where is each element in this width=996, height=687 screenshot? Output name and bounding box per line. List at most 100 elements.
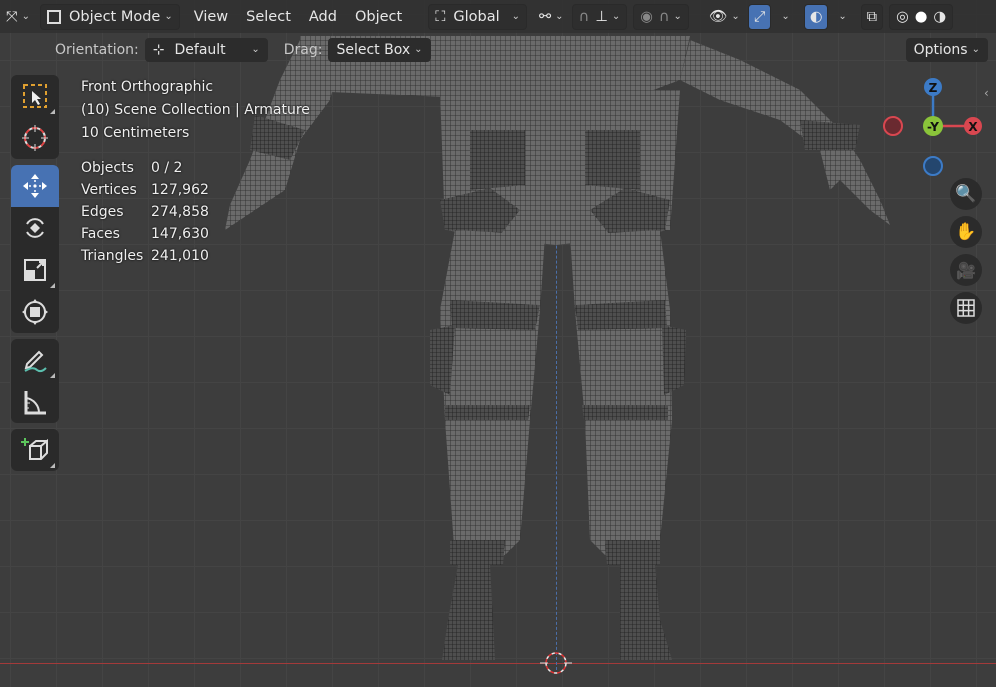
tool-group-annotate — [11, 339, 59, 423]
editor-type-button[interactable]: ⤧ ⌄ — [0, 4, 36, 30]
move-tool[interactable] — [11, 165, 59, 207]
sidebar-expand-arrow[interactable]: ‹ — [984, 86, 989, 100]
orientation-gizmo-icon: ⊹ — [152, 41, 165, 58]
stat-row: Triangles 241,010 — [81, 245, 209, 267]
snap-target-icon: ⊥ — [595, 8, 608, 25]
orientation-dropdown[interactable]: ⊹ Default ⌄ — [144, 37, 268, 62]
overlays-icon: ◐ — [809, 8, 823, 25]
grid-scale: 10 Centimeters — [81, 125, 190, 141]
transform-tool[interactable] — [11, 291, 59, 333]
tool-group-add — [11, 429, 59, 471]
stat-label: Edges — [81, 204, 124, 220]
orientation-icon: ⛶ — [435, 8, 446, 25]
orientation-label: Orientation: — [55, 41, 139, 58]
add-cube-icon — [21, 438, 48, 460]
magnet-icon: ∩ — [578, 8, 590, 25]
pivot-point-button[interactable]: ⚯ ⌄ — [533, 4, 570, 30]
snap-toggle[interactable]: ∩ ⊥ ⌄ — [571, 3, 628, 30]
link-icon: ⚯ — [539, 8, 552, 25]
scale-icon — [24, 259, 46, 281]
wireframe-shading-icon[interactable]: ◎ — [893, 9, 912, 25]
chevron-down-icon: ⌄ — [164, 11, 173, 22]
add-cube-tool[interactable] — [11, 429, 59, 471]
menu-add[interactable]: Add — [303, 4, 343, 30]
zoom-icon: 🔍 — [955, 184, 977, 204]
stat-row: Edges 274,858 — [81, 201, 209, 223]
transform-orientation-dropdown[interactable]: ⛶ Global ⌄ — [428, 3, 528, 30]
camera-view-button[interactable]: 🎥 — [950, 254, 982, 286]
chevron-down-icon: ⌄ — [731, 11, 740, 22]
cursor-tool[interactable] — [11, 117, 59, 159]
options-dropdown[interactable]: Options ⌄ — [905, 37, 988, 62]
stat-row: Vertices 127,962 — [81, 179, 209, 201]
gizmo-z-label: Z — [929, 81, 938, 95]
object-mode-icon — [47, 9, 61, 24]
collection-info: (10) Scene Collection | Armature — [81, 102, 310, 118]
stat-value: 127,962 — [151, 182, 209, 198]
tool-group-select — [11, 75, 59, 159]
camera-icon: 🎥 — [956, 260, 976, 280]
stat-value: 241,010 — [151, 248, 209, 264]
chevron-down-icon: ⌄ — [611, 11, 621, 22]
measure-tool[interactable] — [11, 381, 59, 423]
gizmo-toggle[interactable]: ⤢ — [747, 3, 772, 30]
menu-select[interactable]: Select — [240, 4, 297, 30]
scene-statistics: Objects 0 / 2 Vertices 127,962 Edges 274,85… — [81, 157, 209, 267]
orientation-value: Default — [174, 41, 226, 58]
orientation-label: Global — [453, 8, 500, 25]
options-label: Options — [913, 41, 968, 58]
move-icon — [23, 174, 47, 198]
annotate-tool[interactable] — [11, 339, 59, 381]
menu-view[interactable]: View — [188, 4, 234, 30]
gizmo-neg-z-axis[interactable] — [923, 156, 943, 176]
grid-icon — [957, 299, 975, 317]
gizmo-y-label: -Y — [927, 120, 939, 134]
hand-icon: ✋ — [955, 222, 977, 242]
overlays-toggle[interactable]: ◐ — [803, 3, 829, 30]
scale-tool[interactable] — [11, 249, 59, 291]
solid-shading-icon[interactable]: ● — [912, 9, 931, 25]
stat-row: Objects 0 / 2 — [81, 157, 209, 179]
gizmo-dropdown[interactable]: ⌄ — [771, 4, 795, 30]
falloff-icon: ∩ — [658, 8, 670, 25]
drag-label: Drag: — [283, 41, 323, 58]
select-box-icon — [23, 84, 47, 108]
xray-icon: ⧉ — [866, 8, 878, 25]
proportional-editing-toggle[interactable]: ◉ ∩ ⌄ — [633, 3, 689, 30]
viewport-info: Front Orthographic (10) Scene Collection… — [81, 76, 310, 145]
chevron-down-icon: ⌄ — [838, 11, 847, 22]
select-box-tool[interactable] — [11, 75, 59, 117]
rotate-tool[interactable] — [11, 207, 59, 249]
stat-value: 0 / 2 — [151, 160, 183, 176]
proportional-icon: ◉ — [640, 8, 653, 25]
pan-button[interactable]: ✋ — [950, 216, 982, 248]
pencil-icon — [24, 350, 47, 373]
gizmo-neg-x-axis[interactable] — [883, 116, 903, 136]
gizmo-icon: ⤢ — [753, 8, 766, 25]
stat-label: Objects — [81, 160, 134, 176]
zoom-button[interactable]: 🔍 — [950, 178, 982, 210]
drag-dropdown[interactable]: Select Box ⌄ — [328, 37, 431, 62]
mode-dropdown[interactable]: Object Mode ⌄ — [40, 3, 180, 30]
ruler-icon — [24, 391, 46, 415]
chevron-down-icon: ⌄ — [511, 11, 521, 22]
visibility-button[interactable]: 👁 ⌄ — [703, 4, 746, 30]
viewport-header: ⤧ ⌄ Object Mode ⌄ View Select Add Object … — [0, 0, 996, 33]
chevron-down-icon: ⌄ — [781, 11, 790, 22]
stat-value: 274,858 — [151, 204, 209, 220]
stat-value: 147,630 — [151, 226, 209, 242]
chevron-down-icon: ⌄ — [21, 11, 30, 22]
transform-icon — [22, 299, 48, 325]
overlays-dropdown[interactable]: ⌄ — [828, 4, 852, 30]
xray-toggle[interactable]: ⧉ — [860, 3, 884, 30]
material-shading-icon[interactable]: ◑ — [930, 9, 949, 25]
ortho-toggle-button[interactable] — [950, 292, 982, 324]
view-name: Front Orthographic — [81, 79, 214, 95]
left-toolbar — [11, 75, 59, 477]
navigation-gizmo[interactable]: Z X -Y — [880, 74, 990, 184]
chevron-down-icon: ⌄ — [251, 44, 260, 55]
stat-label: Faces — [81, 226, 120, 242]
tool-group-transform — [11, 165, 59, 333]
chevron-down-icon: ⌄ — [971, 44, 980, 55]
menu-object[interactable]: Object — [349, 4, 408, 30]
